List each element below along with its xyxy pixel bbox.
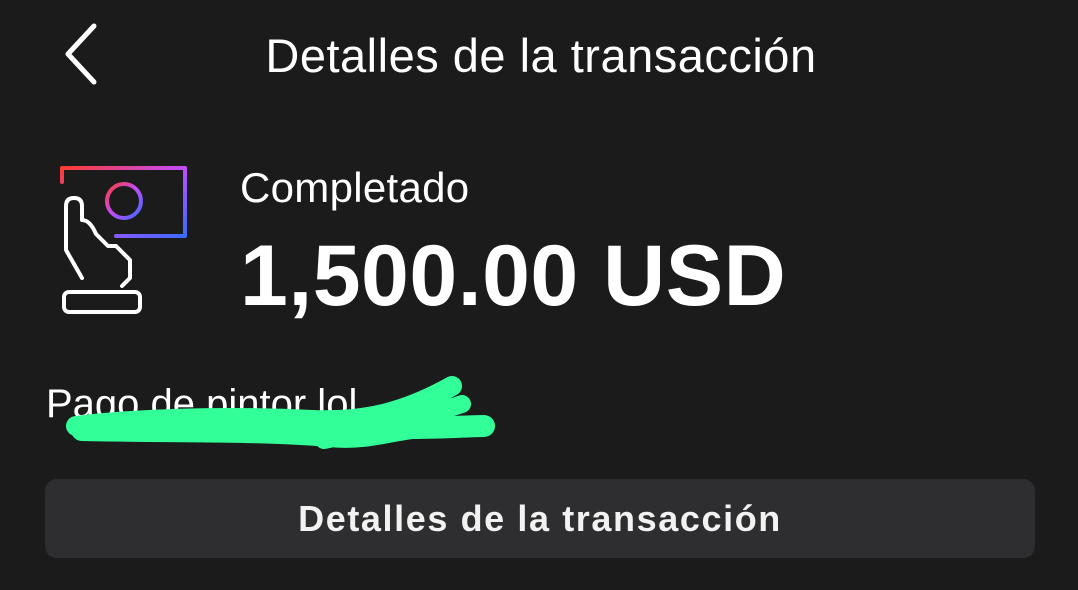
transaction-amount: 1,500.00 USD — [240, 228, 787, 324]
hand-card-icon — [60, 166, 187, 314]
page-title: Detalles de la transacción — [265, 29, 817, 82]
status-label: Completado — [240, 164, 470, 211]
transaction-details-button[interactable]: Detalles de la transacción — [45, 479, 1035, 558]
transaction-description: Pago de pintor lol___n — [46, 382, 447, 426]
transaction-details-button-label: Detalles de la transacción — [298, 497, 782, 539]
transaction-details-screen: Detalles de la transacción Completado 1,… — [0, 0, 1078, 590]
